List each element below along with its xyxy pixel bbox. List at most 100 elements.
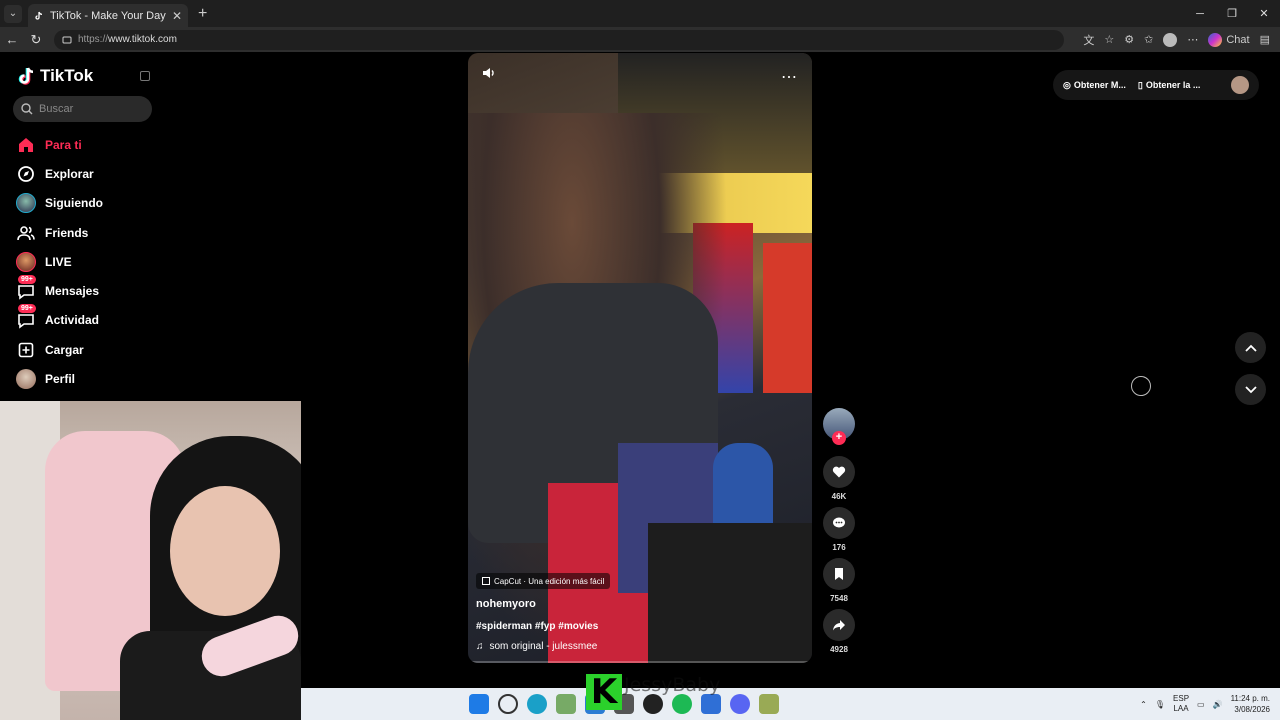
like-count: 46K	[831, 492, 847, 501]
system-tray: ⌃ 🎙 ESP LAA ▭ 🔊 11:24 p. m. 3/08/2026	[1140, 688, 1280, 720]
search-taskbar-icon[interactable]	[498, 694, 518, 714]
browser-profile-avatar[interactable]	[1163, 32, 1178, 47]
sidebar-item-label: Mensajes	[45, 284, 100, 299]
sidebar-item-label: Explorar	[45, 166, 94, 181]
app-icon[interactable]	[556, 694, 576, 714]
extensions-icon[interactable]: ⚙	[1124, 33, 1134, 46]
discord-icon[interactable]	[730, 694, 750, 714]
chat-label: Chat	[1226, 33, 1250, 46]
search-placeholder: Buscar	[39, 103, 74, 115]
save-action[interactable]: 7548	[822, 558, 856, 603]
brand-k-logo: K	[586, 674, 622, 710]
restore-icon[interactable]: ❐	[1216, 0, 1248, 27]
share-action[interactable]: 4928	[822, 609, 856, 654]
friends-icon	[16, 223, 36, 243]
window-controls: ─ ❐ ✕	[1184, 0, 1280, 27]
get-coins-label: Obtener M...	[1073, 80, 1126, 90]
volume-tray-icon[interactable]: 🔊	[1213, 700, 1223, 709]
volume-icon[interactable]	[482, 66, 496, 85]
sidebar-item-label: LIVE	[45, 254, 72, 269]
capcut-badge[interactable]: CapCut · Una edición más fácil	[476, 573, 611, 589]
video-hashtags[interactable]: #spiderman #fyp #movies	[476, 621, 598, 632]
app3-icon[interactable]	[759, 694, 779, 714]
search-input[interactable]: Buscar	[13, 96, 152, 122]
minimize-icon[interactable]: ─	[1184, 0, 1216, 27]
start-icon[interactable]	[469, 694, 489, 714]
get-app-button[interactable]: ▯ Obtener la ...	[1138, 80, 1200, 91]
language-indicator[interactable]: ESP LAA	[1173, 694, 1189, 714]
bookmark-icon[interactable]	[823, 558, 855, 590]
previous-video-button[interactable]	[1235, 332, 1266, 363]
loading-spinner	[1131, 376, 1151, 396]
sidebar-item-para-ti[interactable]: Para ti	[16, 130, 103, 159]
sidebar-item-label: Cargar	[45, 342, 84, 357]
tiktok-logo[interactable]: TikTok	[18, 66, 93, 86]
video-progress-bar[interactable]	[468, 661, 812, 663]
favorite-star-icon[interactable]: ☆	[1104, 33, 1114, 46]
browser-tab[interactable]: TikTok - Make Your Day ✕	[28, 4, 188, 27]
translate-icon[interactable]: 文	[1083, 32, 1094, 48]
comment-action[interactable]: 176	[822, 507, 856, 552]
browser-tab-bar: ⌄ TikTok - Make Your Day ✕ + ─ ❐ ✕	[0, 0, 1280, 27]
sidebar-item-explorar[interactable]: Explorar	[16, 159, 103, 188]
close-window-icon[interactable]: ✕	[1248, 0, 1280, 27]
sidebar-item-siguiendo[interactable]: Siguiendo	[16, 189, 103, 218]
sidebar-item-live[interactable]: LIVE	[16, 247, 103, 276]
activity-icon: 99+	[16, 304, 36, 330]
profile-avatar-top[interactable]	[1231, 76, 1249, 94]
sidebar-item-perfil[interactable]: Perfil	[16, 364, 103, 393]
clock[interactable]: 11:24 p. m. 3/08/2026	[1231, 693, 1270, 715]
sidebar-item-friends[interactable]: Friends	[16, 218, 103, 247]
upload-icon	[16, 340, 36, 360]
video-player[interactable]: ⋯ CapCut · Una edición más fácil nohemyo…	[468, 53, 812, 663]
url-host: www.tiktok.com	[108, 34, 177, 45]
creator-avatar[interactable]: +	[823, 408, 855, 445]
sidebar: TikTok Buscar Para ti Explorar Siguiendo	[0, 52, 162, 400]
get-coins-button[interactable]: ◎ Obtener M...	[1063, 80, 1126, 91]
sidebar-item-label: Siguiendo	[45, 196, 103, 211]
site-info-icon	[62, 36, 72, 43]
music-note-icon: ♫	[476, 641, 484, 652]
like-action[interactable]: 46K	[822, 456, 856, 501]
video-music[interactable]: ♫ som original - julessmee	[476, 641, 597, 652]
messages-icon: 99+	[16, 275, 36, 301]
new-tab-button[interactable]: +	[198, 5, 207, 23]
tab-list-button[interactable]: ⌄	[4, 4, 22, 23]
music-label: som original - julessmee	[489, 641, 598, 652]
sidebar-item-cargar[interactable]: Cargar	[16, 335, 103, 364]
activity-badge: 99+	[18, 304, 36, 314]
video-scene-counter	[648, 523, 812, 663]
messages-badge: 99+	[18, 275, 36, 285]
tray-overflow-icon[interactable]: ⌃	[1140, 700, 1147, 709]
copilot-chat-button[interactable]: Chat	[1208, 32, 1250, 47]
clock-time: 11:24 p. m.	[1230, 694, 1270, 703]
tab-title: TikTok - Make Your Day	[50, 9, 166, 22]
search-icon	[21, 103, 33, 115]
sidebar-toggle-icon[interactable]: ▤	[1260, 33, 1270, 46]
heart-icon[interactable]	[823, 456, 855, 488]
video-author[interactable]: nohemyoro	[476, 598, 536, 610]
back-icon[interactable]: ←	[0, 32, 24, 47]
sidebar-item-actividad[interactable]: 99+ Actividad	[16, 304, 103, 335]
webcam-streamer-face	[170, 486, 280, 616]
comment-icon[interactable]	[823, 507, 855, 539]
chevron-up-icon	[1244, 344, 1257, 352]
edge-icon[interactable]	[527, 694, 547, 714]
browser-menu-icon[interactable]: ⋯	[1187, 33, 1198, 46]
capcut-icon	[482, 577, 490, 585]
next-video-button[interactable]	[1235, 374, 1266, 405]
network-icon[interactable]: ▭	[1197, 700, 1205, 709]
url-field[interactable]: https:// www.tiktok.com	[54, 29, 1064, 50]
action-column: + 46K 176 7548 4928	[822, 408, 856, 654]
sidebar-item-mensajes[interactable]: 99+ Mensajes	[16, 275, 103, 305]
refresh-icon[interactable]: ↻	[24, 32, 48, 48]
collapse-sidebar-icon[interactable]	[140, 71, 150, 81]
phone-icon: ▯	[1137, 79, 1143, 90]
mic-icon[interactable]: 🎙	[1155, 700, 1165, 709]
more-options-icon[interactable]: ⋯	[781, 67, 798, 87]
follow-plus-icon[interactable]: +	[832, 431, 846, 445]
clock-date: 3/08/2026	[1234, 705, 1270, 714]
close-tab-icon[interactable]: ✕	[172, 9, 182, 23]
share-icon[interactable]	[823, 609, 855, 641]
favorites-icon[interactable]: ✩	[1144, 33, 1153, 46]
